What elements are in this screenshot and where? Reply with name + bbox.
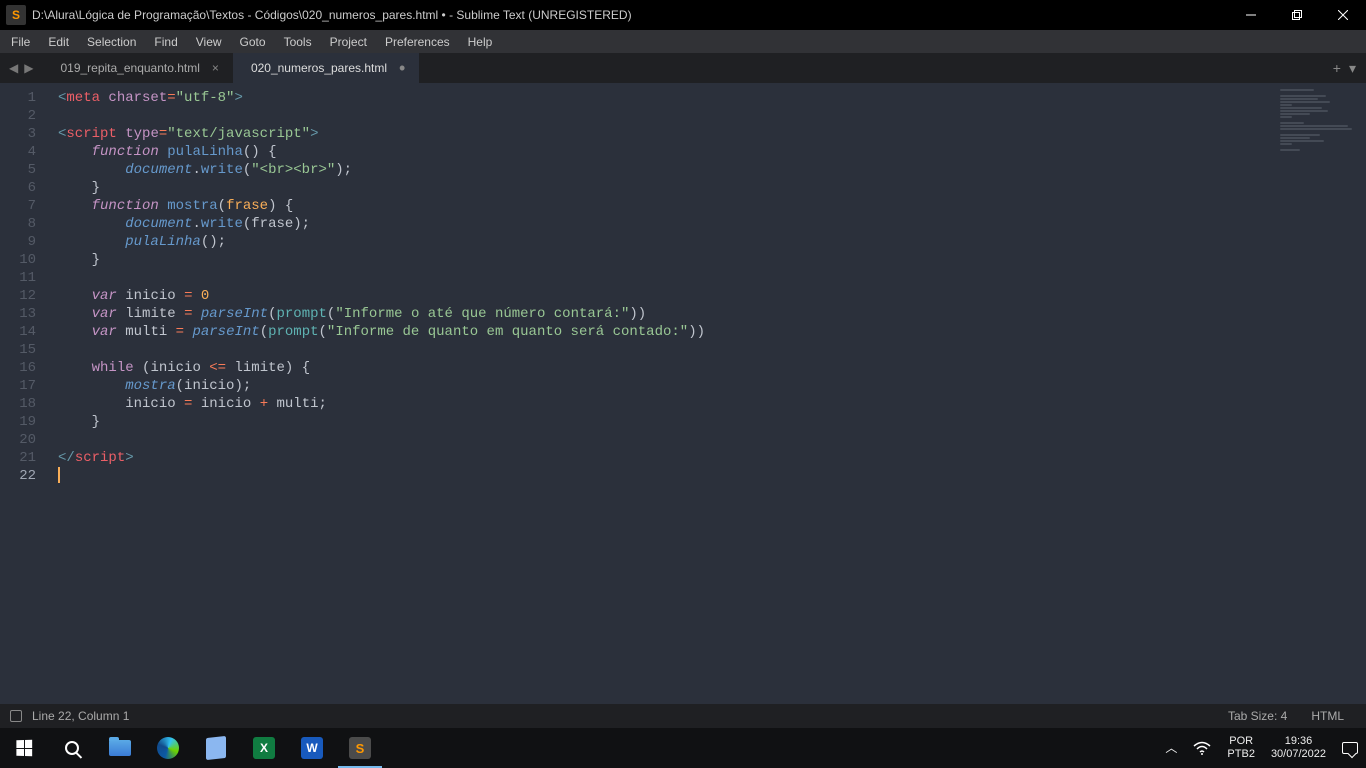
tab-bar: ◀ ▶ 019_repita_enquanto.html × 020_numer… <box>0 53 1366 83</box>
editor-area: 12345678910111213141516171819202122 <met… <box>0 83 1366 704</box>
sublime-icon: S <box>348 736 372 760</box>
menu-bar: File Edit Selection Find View Goto Tools… <box>0 30 1366 53</box>
tray-wifi[interactable] <box>1185 728 1219 768</box>
notification-icon <box>1342 742 1358 754</box>
tray-language[interactable]: POR PTB2 <box>1219 728 1263 768</box>
window-titlebar: S D:\Alura\Lógica de Programação\Textos … <box>0 0 1366 30</box>
tab-nav-back[interactable]: ◀ <box>6 61 21 75</box>
tab-nav-forward[interactable]: ▶ <box>21 61 36 75</box>
minimap[interactable] <box>1256 83 1366 704</box>
minimize-button[interactable] <box>1228 0 1274 30</box>
tray-overflow[interactable]: ︿ <box>1157 728 1185 768</box>
taskbar-word[interactable]: W <box>288 728 336 768</box>
taskbar-excel[interactable]: X <box>240 728 288 768</box>
menu-selection[interactable]: Selection <box>78 32 145 52</box>
menu-edit[interactable]: Edit <box>39 32 78 52</box>
word-icon: W <box>300 736 324 760</box>
windows-taskbar: X W S ︿ POR PTB2 19:36 30/07/2022 <box>0 728 1366 768</box>
taskbar-start-button[interactable] <box>0 728 48 768</box>
windows-logo-icon <box>12 736 36 760</box>
minimap-content <box>1280 89 1360 155</box>
menu-goto[interactable]: Goto <box>231 32 275 52</box>
taskbar-sublime[interactable]: S <box>336 728 384 768</box>
status-tab-size[interactable]: Tab Size: 4 <box>1216 709 1299 723</box>
excel-icon: X <box>252 736 276 760</box>
taskbar-edge[interactable] <box>144 728 192 768</box>
status-panel-icon[interactable] <box>10 710 22 722</box>
tab-label: 020_numeros_pares.html <box>251 61 387 75</box>
tray-date: 30/07/2022 <box>1271 748 1326 761</box>
edge-icon <box>156 736 180 760</box>
close-button[interactable] <box>1320 0 1366 30</box>
line-number-gutter: 12345678910111213141516171819202122 <box>0 83 48 704</box>
tray-clock[interactable]: 19:36 30/07/2022 <box>1263 728 1334 768</box>
minimize-icon <box>1246 10 1256 20</box>
status-bar: Line 22, Column 1 Tab Size: 4 HTML <box>0 704 1366 728</box>
menu-help[interactable]: Help <box>459 32 502 52</box>
menu-file[interactable]: File <box>2 32 39 52</box>
tray-kbd-label: PTB2 <box>1227 748 1255 761</box>
taskbar-search-button[interactable] <box>48 728 96 768</box>
tab-020-numeros-pares[interactable]: 020_numeros_pares.html • <box>233 53 419 83</box>
wifi-icon <box>1193 741 1211 755</box>
tab-close-icon[interactable]: × <box>212 61 219 75</box>
app-icon: S <box>6 5 26 25</box>
menu-find[interactable]: Find <box>145 32 186 52</box>
tray-notifications[interactable] <box>1334 728 1366 768</box>
menu-preferences[interactable]: Preferences <box>376 32 459 52</box>
notepad-icon <box>204 736 228 760</box>
chevron-up-icon: ︿ <box>1165 742 1177 755</box>
status-cursor-position: Line 22, Column 1 <box>32 709 129 723</box>
tray-time: 19:36 <box>1285 735 1313 748</box>
tab-label: 019_repita_enquanto.html <box>60 61 199 75</box>
window-title: D:\Alura\Lógica de Programação\Textos - … <box>32 8 632 22</box>
code-text-area[interactable]: <meta charset="utf-8"><script type="text… <box>48 83 1256 704</box>
search-icon <box>60 736 84 760</box>
maximize-icon <box>1292 10 1302 20</box>
system-tray: ︿ POR PTB2 19:36 30/07/2022 <box>1157 728 1366 768</box>
tray-lang-label: POR <box>1229 735 1253 748</box>
tab-019-repita-enquanto[interactable]: 019_repita_enquanto.html × <box>42 53 232 83</box>
menu-tools[interactable]: Tools <box>275 32 321 52</box>
menu-view[interactable]: View <box>187 32 231 52</box>
menu-project[interactable]: Project <box>321 32 376 52</box>
folder-icon <box>108 736 132 760</box>
tab-dropdown-button[interactable]: ▾ <box>1349 60 1356 77</box>
new-tab-button[interactable]: + <box>1333 60 1341 76</box>
close-icon <box>1338 10 1348 20</box>
taskbar-notepad[interactable] <box>192 728 240 768</box>
status-syntax[interactable]: HTML <box>1299 709 1356 723</box>
taskbar-explorer[interactable] <box>96 728 144 768</box>
maximize-button[interactable] <box>1274 0 1320 30</box>
